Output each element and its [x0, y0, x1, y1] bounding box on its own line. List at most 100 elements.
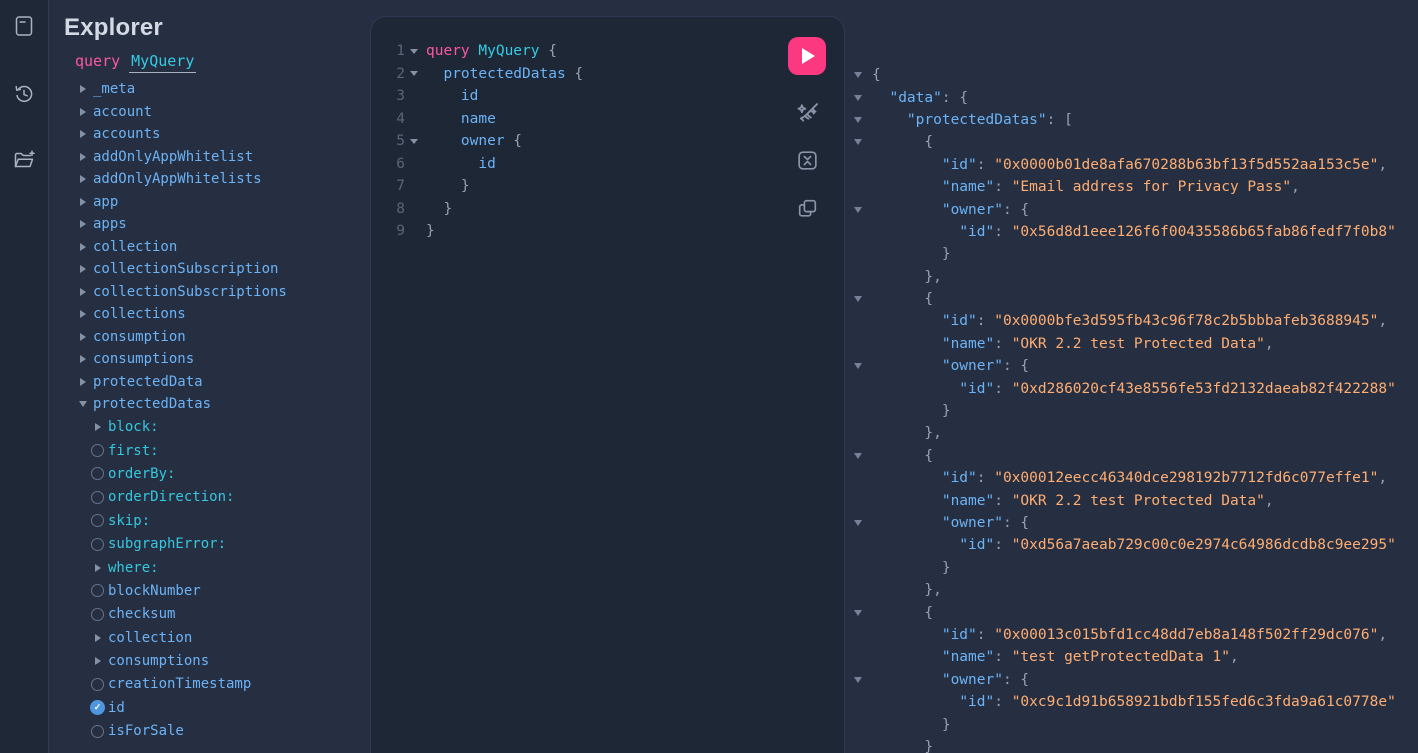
- fold-arrow-icon[interactable]: [845, 610, 871, 616]
- prettify-icon[interactable]: [794, 99, 821, 126]
- tree-row-first[interactable]: first:: [64, 439, 370, 462]
- checkbox-circle-icon: [91, 584, 104, 597]
- fold-triangle: [854, 95, 862, 101]
- fold-arrow-icon[interactable]: [405, 139, 422, 144]
- fold-triangle: [854, 117, 862, 123]
- tree-row-blockNumber[interactable]: blockNumber: [64, 579, 370, 602]
- tree-row-creationTimestamp[interactable]: creationTimestamp: [64, 673, 370, 696]
- docs-icon[interactable]: [10, 12, 38, 40]
- fold-triangle: [854, 296, 862, 302]
- response-token: [872, 381, 959, 397]
- editor-token: {: [505, 133, 522, 149]
- response-token: ,: [1265, 493, 1274, 509]
- tree-row-checksum[interactable]: checksum: [64, 603, 370, 626]
- expand-arrow-icon: [80, 153, 86, 161]
- tree-row-addOnlyAppWhitelist[interactable]: addOnlyAppWhitelist: [64, 146, 370, 169]
- tree-row-block[interactable]: block:: [64, 416, 370, 439]
- tree-row-consumption[interactable]: consumption: [64, 326, 370, 349]
- tree-row-apps[interactable]: apps: [64, 213, 370, 236]
- tree-row-label: checksum: [108, 606, 175, 622]
- tree-row-label: skip:: [108, 513, 150, 529]
- expand-arrow-icon: [80, 85, 86, 93]
- tree-row-orderBy[interactable]: orderBy:: [64, 462, 370, 485]
- tree-row-label: protectedData: [93, 374, 203, 390]
- tree-row-collection[interactable]: collection: [64, 626, 370, 649]
- fold-triangle: [854, 72, 862, 78]
- fold-arrow-icon[interactable]: [845, 677, 871, 683]
- tree-row-collectionSubscriptions[interactable]: collectionSubscriptions: [64, 281, 370, 304]
- tree-row-consumptions[interactable]: consumptions: [64, 348, 370, 371]
- expand-arrow-icon: [80, 130, 86, 138]
- response-token: :: [977, 157, 994, 173]
- tree-row-id[interactable]: ✓id: [64, 696, 370, 719]
- merge-fragments-icon[interactable]: [795, 148, 820, 173]
- response-code-text: "id": "0xd56a7aeab729c00c0e2974c64986dcd…: [872, 537, 1396, 553]
- line-number: 5: [371, 133, 405, 149]
- tree-row-addOnlyAppWhitelists[interactable]: addOnlyAppWhitelists: [64, 168, 370, 191]
- response-token: [872, 112, 907, 128]
- response-token: "owner": [942, 358, 1003, 374]
- tree-row-app[interactable]: app: [64, 191, 370, 214]
- response-code-text: {: [872, 448, 933, 464]
- fold-arrow-icon[interactable]: [845, 95, 871, 101]
- response-line: "id": "0x0000bfe3d595fb43c96f78c2b5bbbaf…: [845, 310, 1418, 332]
- tree-row-where[interactable]: where:: [64, 556, 370, 579]
- fold-arrow-icon[interactable]: [405, 71, 422, 76]
- tree-row-account[interactable]: account: [64, 101, 370, 124]
- response-token: }: [872, 403, 951, 419]
- response-line: "name": "OKR 2.2 test Protected Data",: [845, 489, 1418, 511]
- response-token: "Email address for Privacy Pass": [1012, 179, 1291, 195]
- line-number: 9: [371, 223, 405, 239]
- query-editor-code[interactable]: 1query MyQuery {2 protectedDatas {3 id4 …: [371, 40, 844, 243]
- fold-arrow-icon[interactable]: [845, 139, 871, 145]
- tree-row-label: subgraphError:: [108, 536, 226, 552]
- response-pane[interactable]: { "data": { "protectedDatas": [ { "id": …: [845, 0, 1418, 753]
- response-line: }: [845, 557, 1418, 579]
- tree-row-label: apps: [93, 216, 127, 232]
- expand-arrow-icon: [80, 333, 86, 341]
- editor-token: }: [426, 178, 470, 194]
- response-code-text: }: [872, 246, 951, 262]
- tree-row-_meta[interactable]: _meta: [64, 78, 370, 101]
- fold-arrow-icon[interactable]: [845, 117, 871, 123]
- response-line: "name": "test getProtectedData 1",: [845, 646, 1418, 668]
- tree-row-orderDirection[interactable]: orderDirection:: [64, 486, 370, 509]
- fold-arrow-icon[interactable]: [405, 49, 422, 54]
- fold-arrow-icon[interactable]: [845, 207, 871, 213]
- query-editor-pane[interactable]: 1query MyQuery {2 protectedDatas {3 id4 …: [370, 16, 845, 753]
- new-tab-folder-icon[interactable]: [10, 146, 38, 174]
- fold-arrow-icon[interactable]: [845, 72, 871, 78]
- response-token: :: [994, 537, 1011, 553]
- tree-row-label: account: [93, 104, 152, 120]
- tree-row-accounts[interactable]: accounts: [64, 123, 370, 146]
- operation-name-input[interactable]: MyQuery: [129, 52, 196, 73]
- tree-row-collection[interactable]: collection: [64, 236, 370, 259]
- tree-row-protectedData[interactable]: protectedData: [64, 371, 370, 394]
- tree-row-label: _meta: [93, 81, 135, 97]
- response-code-text: {: [872, 605, 933, 621]
- response-token: :: [994, 381, 1011, 397]
- fold-arrow-icon[interactable]: [845, 453, 871, 459]
- copy-query-icon[interactable]: [795, 196, 820, 221]
- response-token: "0xd286020cf43e8556fe53fd2132daeab82f422…: [1012, 381, 1396, 397]
- response-token: "name": [942, 649, 994, 665]
- tree-row-consumptions[interactable]: consumptions: [64, 649, 370, 672]
- response-token: : {: [942, 90, 968, 106]
- tree-row-collections[interactable]: collections: [64, 303, 370, 326]
- tree-row-collectionSubscription[interactable]: collectionSubscription: [64, 258, 370, 281]
- editor-token: }: [426, 201, 452, 217]
- tree-row-label: orderDirection:: [108, 489, 234, 505]
- tree-row-subgraphError[interactable]: subgraphError:: [64, 532, 370, 555]
- fold-triangle: [854, 610, 862, 616]
- tree-row-skip[interactable]: skip:: [64, 509, 370, 532]
- fold-arrow-icon[interactable]: [845, 296, 871, 302]
- response-token: : [: [1047, 112, 1073, 128]
- response-line: "data": {: [845, 86, 1418, 108]
- execute-play-icon[interactable]: [788, 37, 826, 75]
- fold-arrow-icon[interactable]: [845, 363, 871, 369]
- history-icon[interactable]: [10, 80, 38, 108]
- tree-row-isForSale[interactable]: isForSale: [64, 720, 370, 743]
- tree-row-protectedDatas[interactable]: protectedDatas: [64, 393, 370, 416]
- expand-arrow-icon: [80, 198, 86, 206]
- fold-arrow-icon[interactable]: [845, 520, 871, 526]
